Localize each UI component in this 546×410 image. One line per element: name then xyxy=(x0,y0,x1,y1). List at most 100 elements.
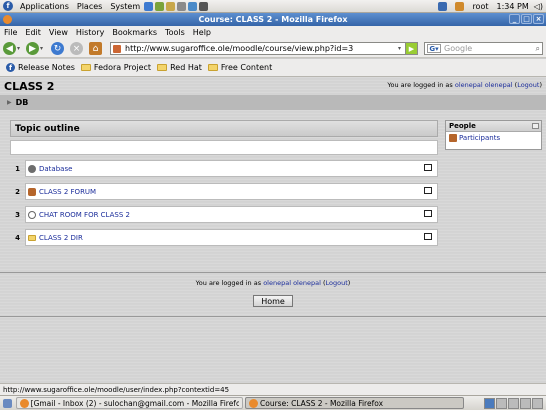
taskbar-item-gmail[interactable]: [Gmail - Inbox (2) - sulochan@gmail.com … xyxy=(16,397,243,409)
highlight-toggle[interactable] xyxy=(424,210,432,217)
menu-history[interactable]: History xyxy=(72,28,108,37)
workspace-2[interactable] xyxy=(496,397,507,409)
section-body: CLASS 2 DIR xyxy=(25,229,438,246)
home-button[interactable]: Home xyxy=(253,295,293,307)
menu-view[interactable]: View xyxy=(45,28,72,37)
settings-launcher-icon[interactable] xyxy=(177,1,187,11)
search-icon[interactable]: ⌕ xyxy=(536,44,540,54)
url-dropdown-icon[interactable]: ▾ xyxy=(395,43,404,54)
people-block-header: People xyxy=(446,121,541,132)
url-text[interactable]: http://www.sugaroffice.ole/moodle/course… xyxy=(125,44,353,53)
participants-link[interactable]: Participants xyxy=(459,134,500,142)
topic-section-4: 4 CLASS 2 DIR xyxy=(10,229,438,246)
volume-icon[interactable]: ◁) xyxy=(534,2,543,11)
back-history-dropdown-icon[interactable]: ▾ xyxy=(17,45,20,52)
notes-launcher-icon[interactable] xyxy=(166,1,176,11)
trash-icon[interactable] xyxy=(532,397,543,409)
maximize-button[interactable]: □ xyxy=(521,14,532,24)
updates-icon[interactable] xyxy=(455,1,465,11)
show-desktop-icon[interactable] xyxy=(3,398,12,408)
mail-launcher-icon[interactable] xyxy=(155,1,165,11)
participants-item[interactable]: Participants xyxy=(446,132,541,144)
menu-bar: File Edit View History Bookmarks Tools H… xyxy=(0,26,546,39)
search-box[interactable]: G▾ Google ⌕ xyxy=(424,42,543,55)
menu-tools[interactable]: Tools xyxy=(161,28,189,37)
folder-icon xyxy=(207,64,218,71)
activity-link-database[interactable]: Database xyxy=(39,165,72,173)
logout-link[interactable]: Logout xyxy=(517,81,539,89)
taskbar-item-label: Course: CLASS 2 - Mozilla Firefox xyxy=(260,398,384,408)
menu-bookmarks[interactable]: Bookmarks xyxy=(108,28,161,37)
bookmark-release-notes[interactable]: f Release Notes xyxy=(6,63,75,72)
chat-icon xyxy=(28,210,36,219)
user-link[interactable]: olenepal olenepal xyxy=(455,81,513,89)
workspace-4[interactable] xyxy=(520,397,531,409)
home-icon[interactable]: ⌂ xyxy=(89,42,102,55)
section-number: 4 xyxy=(15,233,20,242)
menu-help[interactable]: Help xyxy=(189,28,215,37)
folder-icon xyxy=(28,234,36,241)
menu-file[interactable]: File xyxy=(0,28,21,37)
menu-edit[interactable]: Edit xyxy=(21,28,45,37)
stop-icon[interactable]: × xyxy=(70,42,83,55)
login-prefix: You are logged in as xyxy=(387,81,455,89)
go-button[interactable]: ▶ xyxy=(405,43,417,54)
firefox-icon xyxy=(3,15,12,24)
navigation-toolbar: ◀ ▾ ▶ ▾ ↻ × ⌂ http://www.sugaroffice.ole… xyxy=(0,39,546,58)
folder-icon xyxy=(157,64,168,71)
collapse-block-icon[interactable] xyxy=(532,123,539,129)
top-panel: f Applications Places System root 1:34 P… xyxy=(0,0,546,13)
url-bar[interactable]: http://www.sugaroffice.ole/moodle/course… xyxy=(110,42,418,55)
topic-section-3: 3 CHAT ROOM FOR CLASS 2 xyxy=(10,206,438,223)
reload-icon[interactable]: ↻ xyxy=(51,42,64,55)
activity-link-directory[interactable]: CLASS 2 DIR xyxy=(39,234,83,242)
panel-menu-applications[interactable]: Applications xyxy=(16,2,73,11)
taskbar-item-course[interactable]: Course: CLASS 2 - Mozilla Firefox xyxy=(245,397,464,409)
activity-link-chat[interactable]: CHAT ROOM FOR CLASS 2 xyxy=(39,211,130,219)
breadcrumb-db[interactable]: DB xyxy=(16,98,29,107)
bookmark-free-content[interactable]: Free Content xyxy=(207,63,272,72)
footer-login-info: You are logged in as olenepal olenepal (… xyxy=(195,279,351,287)
network-launcher-icon[interactable] xyxy=(188,1,198,11)
status-bar: http://www.sugaroffice.ole/moodle/user/i… xyxy=(0,383,546,395)
network-status-icon[interactable] xyxy=(438,1,448,11)
minimize-button[interactable]: _ xyxy=(509,14,520,24)
forward-icon[interactable]: ▶ xyxy=(26,42,39,55)
taskbar-item-label: [Gmail - Inbox (2) - sulochan@gmail.com … xyxy=(30,398,239,408)
section-body: Database xyxy=(25,160,438,177)
topic-section-0 xyxy=(10,140,438,155)
bookmark-red-hat[interactable]: Red Hat xyxy=(157,63,202,72)
highlight-toggle[interactable] xyxy=(424,233,432,240)
footer-divider xyxy=(0,272,546,273)
footer-divider-bottom xyxy=(0,316,546,317)
window-titlebar: Course: CLASS 2 - Mozilla Firefox _ □ × xyxy=(0,13,546,26)
bookmark-fedora-project[interactable]: Fedora Project xyxy=(80,63,151,72)
search-input[interactable]: Google xyxy=(444,44,472,53)
topic-outline-title: Topic outline xyxy=(15,123,80,134)
browser-launcher-icon[interactable] xyxy=(144,1,154,11)
forward-history-dropdown-icon[interactable]: ▾ xyxy=(40,45,43,52)
bookmarks-toolbar: f Release Notes Fedora Project Red Hat Fr… xyxy=(0,59,546,77)
panel-user[interactable]: root xyxy=(472,2,488,11)
workspace-1[interactable] xyxy=(484,397,495,409)
topic-section-2: 2 CLASS 2 FORUM xyxy=(10,183,438,200)
panel-clock[interactable]: 1:34 PM xyxy=(496,2,528,11)
terminal-launcher-icon[interactable] xyxy=(199,1,209,11)
activity-link-forum[interactable]: CLASS 2 FORUM xyxy=(39,188,96,196)
highlight-toggle[interactable] xyxy=(424,187,432,194)
firefox-icon xyxy=(249,398,258,408)
panel-menu-places[interactable]: Places xyxy=(73,2,106,11)
footer-logout-link[interactable]: Logout xyxy=(326,279,348,287)
breadcrumb: ▶ DB xyxy=(0,95,546,110)
highlight-toggle[interactable] xyxy=(424,164,432,171)
workspace-3[interactable] xyxy=(508,397,519,409)
panel-menu-system[interactable]: System xyxy=(106,2,144,11)
footer-login-prefix: You are logged in as xyxy=(195,279,264,287)
back-icon[interactable]: ◀ xyxy=(3,42,16,55)
page-content: CLASS 2 You are logged in as olenepal ol… xyxy=(0,77,546,383)
search-engine-icon[interactable]: G▾ xyxy=(427,44,441,53)
close-button[interactable]: × xyxy=(533,14,544,24)
people-block: People Participants xyxy=(445,120,542,150)
fedora-logo-icon[interactable]: f xyxy=(3,1,13,11)
footer-user-link[interactable]: olenepal olenepal xyxy=(263,279,321,287)
